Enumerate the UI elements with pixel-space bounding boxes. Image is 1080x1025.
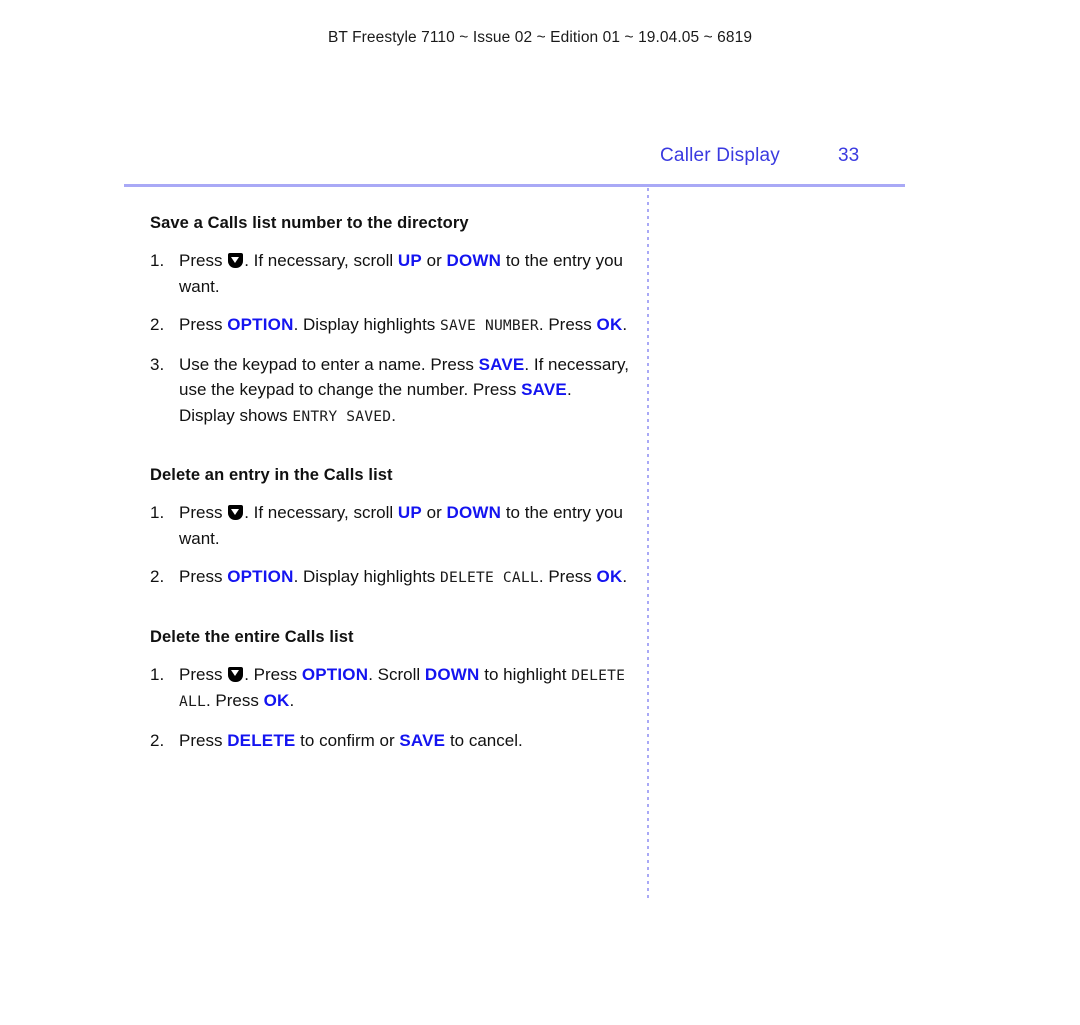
key-label: DOWN — [424, 664, 480, 684]
down-arrow-key-icon — [228, 253, 244, 268]
section: Delete the entire Calls list 1. Press . Pr… — [150, 628, 630, 754]
step-text: . Press — [244, 664, 302, 684]
step-text: Press — [179, 251, 228, 270]
step-text: Press — [179, 315, 228, 334]
step-text: . — [622, 315, 628, 334]
step-number: 2. — [150, 730, 165, 750]
key-label: SAVE — [478, 354, 525, 374]
step-item: 1. Press . If necessary, scroll UP or DOW… — [150, 248, 630, 299]
step-text: . Display highlights — [293, 567, 441, 586]
step-item: 2. Press DELETE to confirm or SAVE to can… — [150, 728, 630, 754]
section-heading: Delete an entry in the Calls list — [150, 466, 393, 484]
step-text: . Press — [205, 691, 264, 710]
key-label: OPTION — [301, 664, 369, 684]
step-number: 1. — [150, 503, 165, 522]
key-label: OPTION — [227, 315, 294, 334]
step-number: 2. — [150, 315, 165, 334]
key-label: SAVE — [521, 380, 567, 399]
step-text: . If necessary, scroll — [244, 251, 398, 270]
step-number: 1. — [150, 251, 165, 270]
step-number: 3. — [150, 354, 165, 374]
step-item: 1. Press . Press OPTION. Scroll DOWN to h… — [150, 662, 630, 715]
chapter-header: Caller Display 33 — [660, 145, 990, 167]
step-list: 1. Press . Press OPTION. Scroll DOWN to h… — [150, 662, 630, 754]
step-item: 2. Press OPTION. Display highlights DELET… — [150, 564, 630, 591]
step-text: . Scroll — [368, 664, 425, 684]
step-number: 1. — [150, 664, 165, 684]
step-number: 2. — [150, 567, 165, 586]
key-label: OPTION — [227, 567, 294, 586]
step-list: 1. Press . If necessary, scroll UP or DOW… — [150, 248, 630, 429]
page-number: 33 — [838, 145, 860, 166]
key-label: UP — [397, 503, 422, 522]
down-arrow-key-icon — [228, 505, 244, 520]
page-content: Save a Calls list number to the director… — [150, 214, 630, 753]
step-text: . If necessary, scroll — [244, 503, 398, 522]
display-text: DELETE CALL — [440, 569, 539, 586]
running-header: BT Freestyle 7110 ~ Issue 02 ~ Edition 0… — [327, 29, 753, 46]
step-text: . — [289, 691, 295, 710]
header-rule — [124, 184, 905, 187]
step-text: Press — [179, 664, 228, 684]
step-text: . — [391, 405, 396, 425]
chapter-title: Caller Display — [660, 145, 781, 166]
section-heading: Delete the entire Calls list — [150, 627, 354, 646]
step-item: 1. Press . If necessary, scroll UP or DOW… — [150, 500, 630, 551]
key-label: UP — [397, 251, 422, 270]
step-list: 1. Press . If necessary, scroll UP or DOW… — [150, 500, 630, 591]
step-item: 3. Use the keypad to enter a name. Press … — [150, 352, 630, 430]
down-arrow-key-icon — [228, 666, 244, 682]
step-text: Use the keypad to enter a name. Press — [179, 354, 479, 374]
display-text: SAVE NUMBER — [440, 317, 539, 334]
key-label: DOWN — [446, 251, 502, 270]
key-label: OK — [596, 567, 623, 586]
step-text: . Press — [538, 315, 597, 334]
step-text: . — [622, 567, 628, 586]
step-text: Press — [179, 567, 228, 586]
key-label: SAVE — [399, 730, 446, 750]
step-text: or — [421, 251, 447, 270]
step-text: . Display highlights — [293, 315, 441, 334]
step-text: Press — [179, 730, 228, 750]
key-label: DOWN — [446, 503, 502, 522]
step-text: . Press — [538, 567, 597, 586]
key-label: OK — [263, 691, 290, 710]
section: Delete an entry in the Calls list 1. Press… — [150, 466, 630, 591]
step-item: 2. Press OPTION. Display highlights SAVE … — [150, 312, 630, 339]
section-heading: Save a Calls list number to the director… — [150, 214, 469, 232]
key-label: OK — [596, 315, 623, 334]
step-text: to confirm or — [295, 730, 400, 750]
column-divider — [647, 188, 649, 900]
section: Save a Calls list number to the director… — [150, 214, 630, 429]
display-text: ENTRY SAVED — [292, 407, 392, 425]
key-label: DELETE — [227, 730, 296, 750]
step-text: to highlight — [479, 664, 572, 684]
step-text: Press — [179, 503, 228, 522]
step-text: to cancel. — [445, 730, 523, 750]
step-text: or — [421, 503, 447, 522]
